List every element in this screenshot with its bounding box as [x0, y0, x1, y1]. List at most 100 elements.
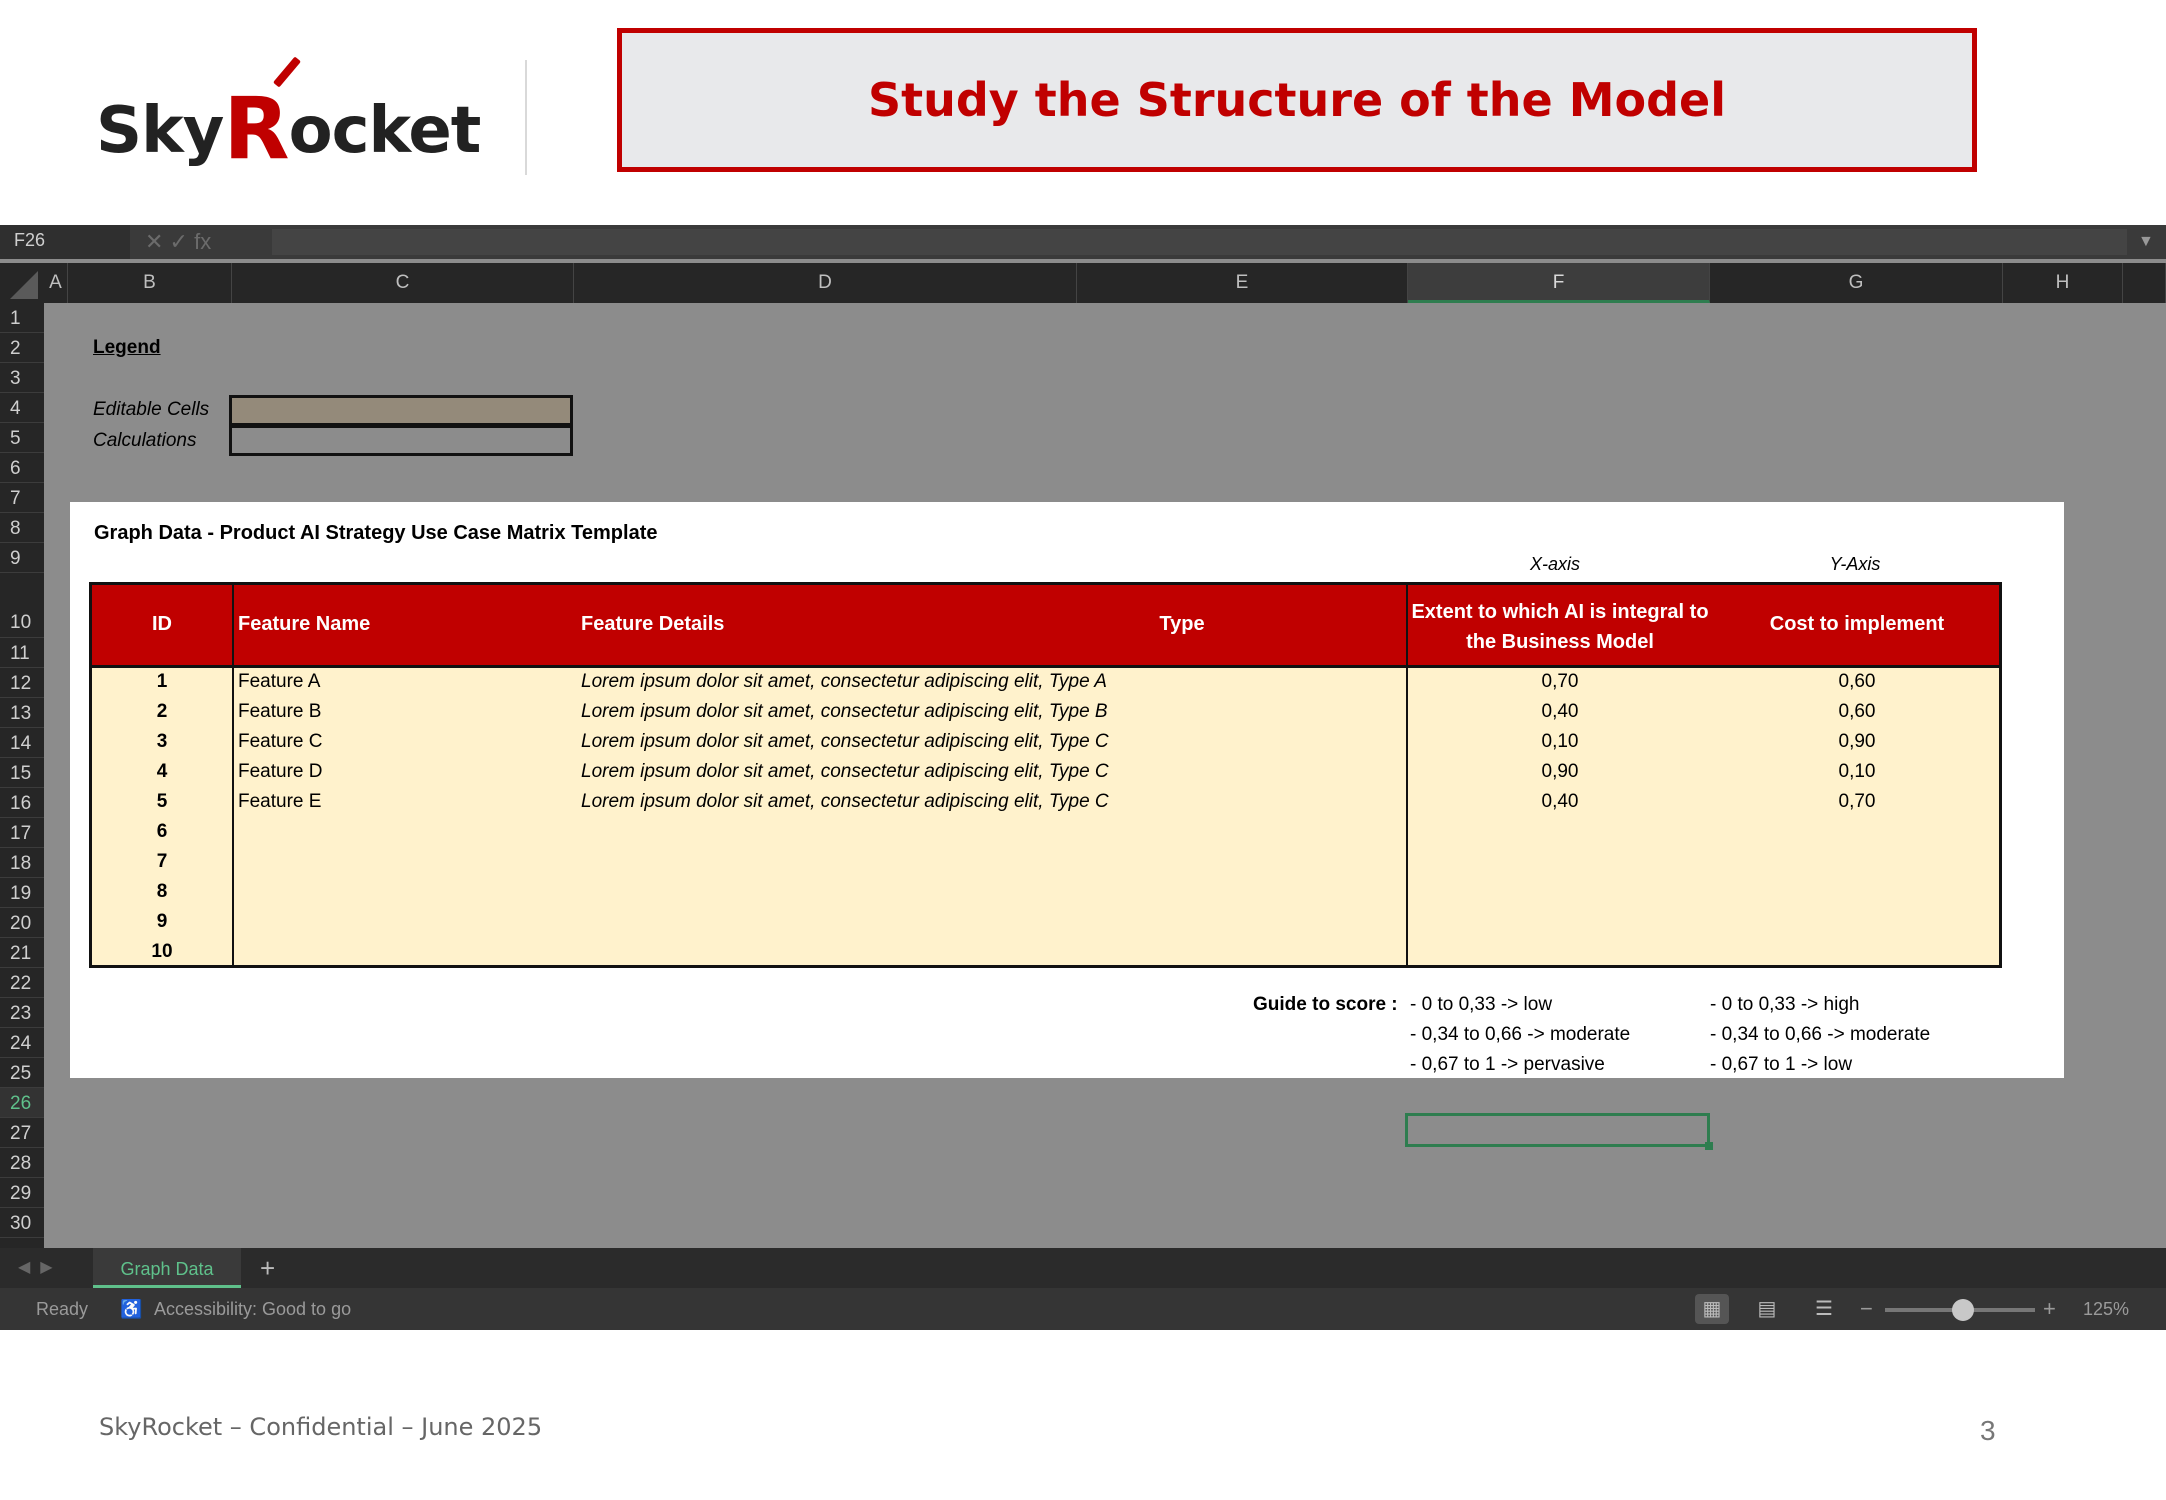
page-layout-icon[interactable]: ▤ [1750, 1294, 1784, 1324]
row-2-id: 2 [156, 701, 168, 722]
row-2-feature-name[interactable]: Feature B [238, 701, 321, 723]
column-header-a[interactable]: A [44, 263, 68, 303]
row-5-y-value[interactable]: 0,70 [1712, 791, 2002, 813]
guide-y-2: - 0,34 to 0,66 -> moderate [1710, 1024, 1931, 1045]
row-2-x-value[interactable]: 0,40 [1410, 701, 1710, 723]
row-2-feature-details[interactable]: Lorem ipsum dolor sit amet, consectetur … [581, 701, 1108, 723]
column-header-h[interactable]: H [2003, 263, 2123, 303]
slide-title: Study the Structure of the Model [867, 73, 1727, 127]
row-header-11[interactable]: 11 [0, 638, 44, 668]
row-header-2[interactable]: 2 [0, 333, 44, 363]
row-header-13[interactable]: 13 [0, 698, 44, 728]
row-4-feature-name[interactable]: Feature D [238, 761, 322, 783]
row-header-30[interactable]: 30 [0, 1208, 44, 1238]
column-header-c[interactable]: C [232, 263, 574, 303]
fill-handle[interactable] [1705, 1142, 1713, 1150]
row-1-x-value[interactable]: 0,70 [1410, 671, 1710, 693]
row-header-17[interactable]: 17 [0, 818, 44, 848]
column-header-g[interactable]: G [1710, 263, 2003, 303]
guide-x-2: - 0,34 to 0,66 -> moderate [1410, 1024, 1631, 1045]
header-divider [525, 60, 527, 175]
accessibility-icon[interactable]: ♿ [120, 1288, 142, 1330]
logo-text-r: R [223, 79, 289, 179]
row-header-10[interactable]: 10 [0, 573, 44, 638]
selected-cell[interactable] [1405, 1113, 1710, 1147]
select-all-corner[interactable] [0, 263, 44, 303]
column-header-d[interactable]: D [574, 263, 1077, 303]
row-3-feature-name[interactable]: Feature C [238, 731, 322, 753]
row-header-18[interactable]: 18 [0, 848, 44, 878]
row-1-y-value[interactable]: 0,60 [1712, 671, 2002, 693]
row-header-4[interactable]: 4 [0, 393, 44, 423]
row-header-23[interactable]: 23 [0, 998, 44, 1028]
row-4-x-value[interactable]: 0,90 [1410, 761, 1710, 783]
logo-text-ocket: ocket [288, 94, 482, 168]
row-2-y-value[interactable]: 0,60 [1712, 701, 2002, 723]
formula-input[interactable] [272, 229, 2127, 255]
row-header-26[interactable]: 26 [0, 1088, 44, 1118]
row-header-25[interactable]: 25 [0, 1058, 44, 1088]
column-header-b[interactable]: B [68, 263, 232, 303]
formula-icons: ✕ ✓ fx [145, 229, 212, 254]
name-box[interactable]: F26 [0, 225, 130, 259]
normal-view-icon[interactable]: ▦ [1695, 1294, 1729, 1324]
accessibility-status[interactable]: Accessibility: Good to go [154, 1288, 351, 1330]
row-4-y-value[interactable]: 0,10 [1712, 761, 2002, 783]
sheet-tab-graph-data[interactable]: Graph Data [93, 1248, 241, 1288]
tab-scroll-arrows-icon[interactable]: ◀▶ [18, 1248, 63, 1288]
row-header-8[interactable]: 8 [0, 513, 44, 543]
row-4-id: 4 [156, 761, 168, 782]
guide-x-3: - 0,67 to 1 -> pervasive [1410, 1054, 1605, 1075]
row-header-24[interactable]: 24 [0, 1028, 44, 1058]
row-header-7[interactable]: 7 [0, 483, 44, 513]
page-break-icon[interactable]: ☰ [1807, 1294, 1841, 1324]
feature-table: ID Feature Name Feature Details Type Ext… [89, 582, 2002, 968]
row-header-19[interactable]: 19 [0, 878, 44, 908]
row-5-feature-name[interactable]: Feature E [238, 791, 321, 813]
row-5-x-value[interactable]: 0,40 [1410, 791, 1710, 813]
add-sheet-button[interactable]: + [260, 1248, 275, 1288]
column-header-f[interactable]: F [1408, 263, 1710, 303]
row-1-feature-name[interactable]: Feature A [238, 671, 320, 693]
row-header-16[interactable]: 16 [0, 788, 44, 818]
guide-x-1: - 0 to 0,33 -> low [1410, 994, 1553, 1015]
row-header-28[interactable]: 28 [0, 1148, 44, 1178]
row-header-5[interactable]: 5 [0, 423, 44, 453]
row-header-20[interactable]: 20 [0, 908, 44, 938]
row-1-id: 1 [156, 671, 168, 692]
zoom-slider-knob[interactable] [1952, 1299, 1974, 1321]
chevron-down-icon[interactable]: ▼ [2138, 225, 2154, 259]
row-headers: 1 2 3 4 5 6 7 8 9 10 11 12 13 14 15 16 17 18 19 20 21 22 23 24 2… [0, 303, 44, 1303]
row-header-29[interactable]: 29 [0, 1178, 44, 1208]
row-1-feature-details[interactable]: Lorem ipsum dolor sit amet, consectetur … [581, 671, 1107, 693]
row-header-15[interactable]: 15 [0, 758, 44, 788]
row-header-6[interactable]: 6 [0, 453, 44, 483]
row-header-9[interactable]: 9 [0, 543, 44, 573]
table-divider-metrics [1406, 585, 1408, 965]
guide-label: Guide to score : [1253, 994, 1398, 1015]
row-header-1[interactable]: 1 [0, 303, 44, 333]
row-header-27[interactable]: 27 [0, 1118, 44, 1148]
row-3-id: 3 [156, 731, 168, 752]
column-header-e[interactable]: E [1077, 263, 1408, 303]
legend-calculations-label: Calculations [93, 430, 197, 451]
zoom-level[interactable]: 125% [2083, 1288, 2129, 1330]
row-4-feature-details[interactable]: Lorem ipsum dolor sit amet, consectetur … [581, 761, 1109, 783]
legend-title: Legend [93, 337, 161, 358]
row-3-x-value[interactable]: 0,10 [1410, 731, 1710, 753]
legend-editable-swatch [229, 395, 573, 426]
zoom-out-icon[interactable]: − [1860, 1288, 1873, 1330]
row-3-feature-details[interactable]: Lorem ipsum dolor sit amet, consectetur … [581, 731, 1109, 753]
row-5-feature-details[interactable]: Lorem ipsum dolor sit amet, consectetur … [581, 791, 1109, 813]
row-header-22[interactable]: 22 [0, 968, 44, 998]
row-header-14[interactable]: 14 [0, 728, 44, 758]
row-header-3[interactable]: 3 [0, 363, 44, 393]
row-header-12[interactable]: 12 [0, 668, 44, 698]
row-3-y-value[interactable]: 0,90 [1712, 731, 2002, 753]
header-id: ID [152, 613, 172, 635]
row-header-21[interactable]: 21 [0, 938, 44, 968]
zoom-in-icon[interactable]: + [2043, 1288, 2056, 1330]
legend-calculations-swatch [229, 425, 573, 456]
row-9-id: 9 [156, 911, 168, 932]
skyrocket-logo: SkyRocket [96, 55, 496, 179]
